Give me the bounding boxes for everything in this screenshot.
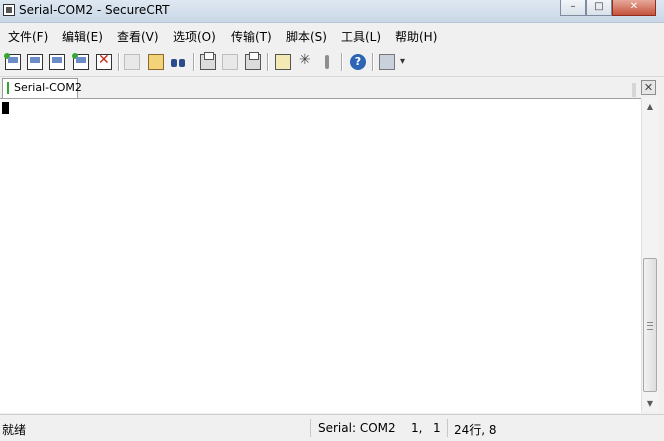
title-bar: Serial-COM2 - SecureCRT – □ ✕ xyxy=(0,0,664,23)
global-options-icon[interactable] xyxy=(298,52,314,70)
copy-icon[interactable] xyxy=(124,54,140,70)
tab-scroll-handle[interactable] xyxy=(632,83,636,97)
toolbar-separator xyxy=(341,53,343,71)
grip-icon xyxy=(647,322,653,330)
toolbar: ? xyxy=(0,48,664,77)
tab-label: Serial-COM2 xyxy=(14,81,82,94)
paste-icon[interactable] xyxy=(148,54,164,70)
status-size: 24行, 8 xyxy=(454,423,497,437)
status-cursor-row: 1, xyxy=(411,421,423,435)
more-icon[interactable] xyxy=(399,54,409,70)
toolbar-separator xyxy=(267,53,269,71)
menu-transfer[interactable]: 传输(T) xyxy=(231,28,272,45)
status-divider xyxy=(310,419,311,437)
scroll-down-icon[interactable]: ▼ xyxy=(642,395,658,412)
monitor-icon[interactable] xyxy=(379,54,395,70)
menu-tools[interactable]: 工具(L) xyxy=(341,28,381,45)
tab-serial-com2[interactable]: Serial-COM2 xyxy=(2,78,82,98)
keymap-icon[interactable] xyxy=(319,54,335,70)
close-button[interactable]: ✕ xyxy=(612,0,656,16)
toolbar-separator xyxy=(193,53,195,71)
quick-connect-icon[interactable] xyxy=(27,54,43,70)
disconnect-icon[interactable] xyxy=(96,52,112,70)
status-cursor-col: 1 xyxy=(433,421,441,435)
menu-help[interactable]: 帮助(H) xyxy=(395,28,437,45)
app-icon[interactable] xyxy=(3,4,15,16)
status-ready: 就绪 xyxy=(2,423,27,437)
menu-options[interactable]: 选项(O) xyxy=(173,28,216,45)
tab-bar: Serial-COM2 xyxy=(0,77,664,98)
session-options-icon[interactable] xyxy=(275,54,291,70)
terminal-cursor xyxy=(2,102,9,114)
connect-in-tab-icon[interactable] xyxy=(49,54,65,70)
terminal-area[interactable] xyxy=(0,98,641,413)
toolbar-separator xyxy=(372,53,374,71)
help-icon[interactable]: ? xyxy=(350,54,366,70)
scroll-up-icon[interactable]: ▲ xyxy=(642,98,658,115)
status-divider xyxy=(447,419,448,437)
window-title: Serial-COM2 - SecureCRT xyxy=(19,3,170,17)
print-setup-icon[interactable] xyxy=(222,54,238,70)
scrollbar-thumb[interactable] xyxy=(643,258,657,392)
menu-bar: 文件(F) 编辑(E) 查看(V) 选项(O) 传输(T) 脚本(S) 工具(L… xyxy=(0,24,664,46)
print-icon[interactable] xyxy=(200,52,216,70)
close-tab-icon[interactable]: ✕ xyxy=(641,80,656,95)
reconnect-icon[interactable] xyxy=(72,53,89,70)
vertical-scrollbar[interactable]: ▲ ▼ xyxy=(641,98,658,412)
connect-icon[interactable] xyxy=(4,53,21,70)
find-icon[interactable] xyxy=(170,54,186,70)
menu-file[interactable]: 文件(F) xyxy=(8,28,48,45)
connected-indicator-icon xyxy=(7,82,9,94)
print-screen-icon[interactable] xyxy=(245,52,261,70)
minimize-button[interactable]: – xyxy=(560,0,586,16)
status-bar: 就绪 Serial: COM2 1, 1 24行, 8 xyxy=(0,414,664,441)
toolbar-separator xyxy=(118,53,120,71)
maximize-button[interactable]: □ xyxy=(586,0,612,16)
menu-edit[interactable]: 编辑(E) xyxy=(62,28,103,45)
menu-script[interactable]: 脚本(S) xyxy=(286,28,327,45)
securecrt-window: Serial-COM2 - SecureCRT – □ ✕ 文件(F) 编辑(E… xyxy=(0,0,664,441)
status-connection: Serial: COM2 xyxy=(318,421,396,435)
menu-view[interactable]: 查看(V) xyxy=(117,28,159,45)
